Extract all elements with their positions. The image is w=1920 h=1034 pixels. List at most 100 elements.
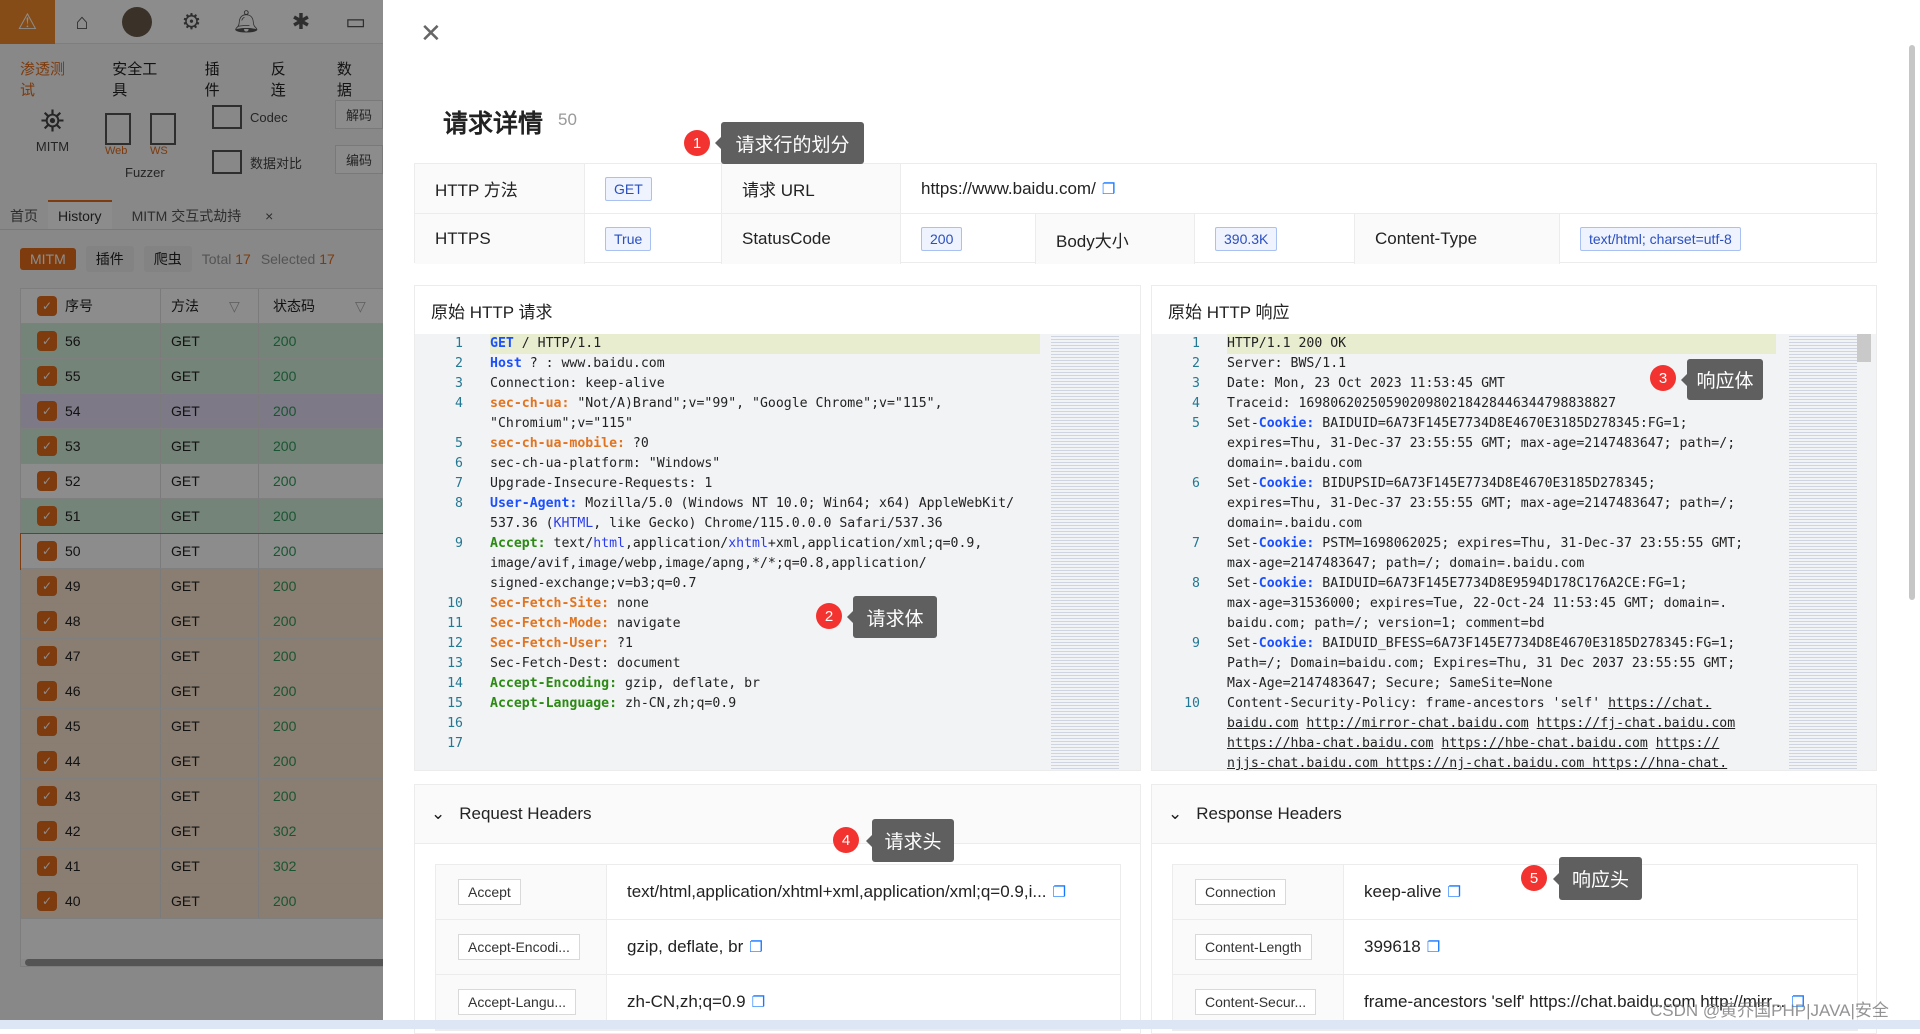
annotation-label: 请求行的划分 <box>715 122 864 164</box>
code-line: Max-Age=2147483647; Secure; SameSite=Non… <box>1152 674 1876 694</box>
line-text: 537.36 (KHTML, like Gecko) Chrome/115.0.… <box>490 514 943 534</box>
code-line: 10 Sec-Fetch-Site: none <box>415 594 1140 614</box>
code-line: image/avif,image/webp,image/apng,*/*;q=0… <box>415 554 1140 574</box>
line-text: Set-Cookie: BAIDUID_BFESS=6A73F145E7734D… <box>1227 634 1743 654</box>
body-size-tag: 390.3K <box>1215 227 1278 251</box>
code-line: Path=/; Domain=baidu.com; Expires=Thu, 3… <box>1152 654 1876 674</box>
drawer-scrollbar[interactable] <box>1909 45 1915 600</box>
code-line: 13 Sec-Fetch-Dest: document <box>415 654 1140 674</box>
line-number: 3 <box>455 376 463 391</box>
code-token: expires=Thu, 31-Dec-37 23:55:55 GMT; max… <box>1227 496 1744 511</box>
code-token: sec-ch-ua-mobile: <box>490 436 625 451</box>
code-token: Server: BWS/1.1 <box>1227 356 1347 371</box>
header-key-tag: Content-Length <box>1195 934 1312 960</box>
raw-request-panel: 原始 HTTP 请求 1 GET / HTTP/1.1 2 Host ? : www.… <box>414 285 1141 771</box>
line-number: 3 <box>1192 376 1200 391</box>
body-size-label: Body大小 <box>1036 214 1195 264</box>
code-token: https://hbe-chat.baidu.com <box>1441 736 1648 751</box>
copy-icon[interactable]: ❐ <box>1448 883 1461 901</box>
line-number: 11 <box>447 616 463 631</box>
code-token: xhtml <box>728 536 768 551</box>
line-number: 5 <box>455 436 463 451</box>
line-text: GET / HTTP/1.1 <box>490 334 1040 354</box>
code-token: text/ <box>545 536 594 551</box>
line-number: 15 <box>447 696 463 711</box>
code-token: BAIDUID_BFESS=6A73F145E7734D8E4670E3185D… <box>1314 636 1744 651</box>
modal-overlay[interactable] <box>0 0 383 1029</box>
header-row: Content-Length 399618 ❐ <box>1173 920 1857 975</box>
line-text: Set-Cookie: PSTM=1698062025; expires=Thu… <box>1227 534 1751 554</box>
background-app: ⚠ ⌂ ⚙ 🔔︎ ✱ ▭ 渗透测试 安全工具 插件 反连 数据 ⛯ MITM We… <box>0 0 383 1029</box>
code-token: ?0 <box>624 436 649 451</box>
code-token: : www.baidu.com <box>545 356 665 371</box>
code-line: 1 GET / HTTP/1.1 <box>415 334 1140 354</box>
code-token: image/avif,image/webp,image/apng,*/*;q=0… <box>490 556 927 571</box>
raw-request-editor[interactable]: 1 GET / HTTP/1.1 2 Host ? : www.baidu.com 3 C… <box>415 334 1140 770</box>
code-token: Sec-Fetch-User: <box>490 636 610 651</box>
code-token: Sec-Fetch-Site: <box>490 596 610 611</box>
line-number: 16 <box>447 716 463 731</box>
line-number: 1 <box>455 336 463 351</box>
https-label: HTTPS <box>415 214 585 264</box>
copy-icon[interactable]: ❐ <box>1102 180 1115 198</box>
annotation-label: 请求体 <box>847 596 937 638</box>
code-line: expires=Thu, 31-Dec-37 23:55:55 GMT; max… <box>1152 494 1876 514</box>
code-line: 11 Sec-Fetch-Mode: navigate <box>415 614 1140 634</box>
line-text: Date: Mon, 23 Oct 2023 11:53:45 GMT <box>1227 374 1505 394</box>
code-token: Set- <box>1227 636 1259 651</box>
status-tag: 200 <box>921 227 963 251</box>
code-line: 16 <box>415 714 1140 734</box>
code-line: 5 Set-Cookie: BAIDUID=6A73F145E7734D8E467… <box>1152 414 1876 434</box>
code-token: BAIDUID=6A73F145E7734D8E4670E3185D278345… <box>1314 416 1696 431</box>
request-id: 50 <box>558 110 577 129</box>
copy-icon[interactable]: ❐ <box>1427 938 1440 956</box>
line-text: Server: BWS/1.1 <box>1227 354 1346 374</box>
raw-response-editor[interactable]: 1 HTTP/1.1 200 OK 2 Server: BWS/1.1 3 Date: M… <box>1152 334 1876 770</box>
code-line: 8 User-Agent: Mozilla/5.0 (Windows NT 10.… <box>415 494 1140 514</box>
line-text: sec-ch-ua: "Not/A)Brand";v="99", "Google… <box>490 394 951 414</box>
header-value-text: zh-CN,zh;q=0.9 <box>627 992 746 1011</box>
line-text: Host ? : www.baidu.com <box>490 354 665 374</box>
line-text: max-age=31536000; expires=Tue, 22-Oct-24… <box>1227 594 1727 614</box>
code-line: 5 sec-ch-ua-mobile: ?0 <box>415 434 1140 454</box>
request-info-table: HTTP 方法 GET 请求 URL https://www.baidu.com… <box>414 163 1878 264</box>
copy-icon[interactable]: ❐ <box>749 938 762 956</box>
line-text: njjs-chat.baidu.com https://nj-chat.baid… <box>1227 754 1727 770</box>
code-token: njjs-chat.baidu.com https://nj-chat.baid… <box>1227 756 1728 770</box>
code-token: Cookie: <box>1258 416 1315 431</box>
header-value: text/html,application/xhtml+xml,applicat… <box>607 865 1066 919</box>
close-icon[interactable]: ✕ <box>420 18 442 49</box>
code-line: 9 Set-Cookie: BAIDUID_BFESS=6A73F145E7734… <box>1152 634 1876 654</box>
code-token: Cookie: <box>1258 576 1315 591</box>
line-text: domain=.baidu.com <box>1227 454 1362 474</box>
method-label: HTTP 方法 <box>415 164 585 214</box>
code-line: expires=Thu, 31-Dec-37 23:55:55 GMT; max… <box>1152 434 1876 454</box>
panel-title: 原始 HTTP 响应 <box>1168 302 1290 322</box>
code-token: Set- <box>1227 576 1259 591</box>
code-token: Host <box>490 356 522 371</box>
request-headers-panel: ⌄ Request Headers Accept text/html,applica… <box>414 784 1141 1034</box>
copy-icon[interactable]: ❐ <box>1053 883 1066 901</box>
header-key: Connection <box>1173 865 1344 919</box>
code-line: 7 Set-Cookie: PSTM=1698062025; expires=Th… <box>1152 534 1876 554</box>
code-line: "Chromium";v="115" <box>415 414 1140 434</box>
line-text: Sec-Fetch-User: ?1 <box>490 634 633 654</box>
response-headers-toggle[interactable]: ⌄ Response Headers <box>1152 785 1876 844</box>
code-token: ,application/ <box>624 536 729 551</box>
line-number: 4 <box>1192 396 1200 411</box>
code-token: Upgrade-Insecure-Requests: 1 <box>490 476 713 491</box>
code-token: https:// <box>1655 736 1720 751</box>
request-headers-toggle[interactable]: ⌄ Request Headers <box>415 785 1140 844</box>
copy-icon[interactable]: ❐ <box>752 993 765 1011</box>
code-token: baidu.com <box>1227 716 1299 731</box>
code-token: Sec-Fetch-Dest: document <box>490 656 681 671</box>
panel-title: 原始 HTTP 请求 <box>431 302 553 322</box>
line-text: Sec-Fetch-Mode: navigate <box>490 614 681 634</box>
line-text: baidu.com; path=/; version=1; comment=bd <box>1227 614 1545 634</box>
annotation-badge: 5 <box>1521 865 1547 891</box>
code-token: "Not/A)Brand";v="99", "Google Chrome";v=… <box>569 396 951 411</box>
code-token: Cookie: <box>1258 476 1315 491</box>
code-token: none <box>609 596 649 611</box>
code-token: Set- <box>1227 416 1259 431</box>
